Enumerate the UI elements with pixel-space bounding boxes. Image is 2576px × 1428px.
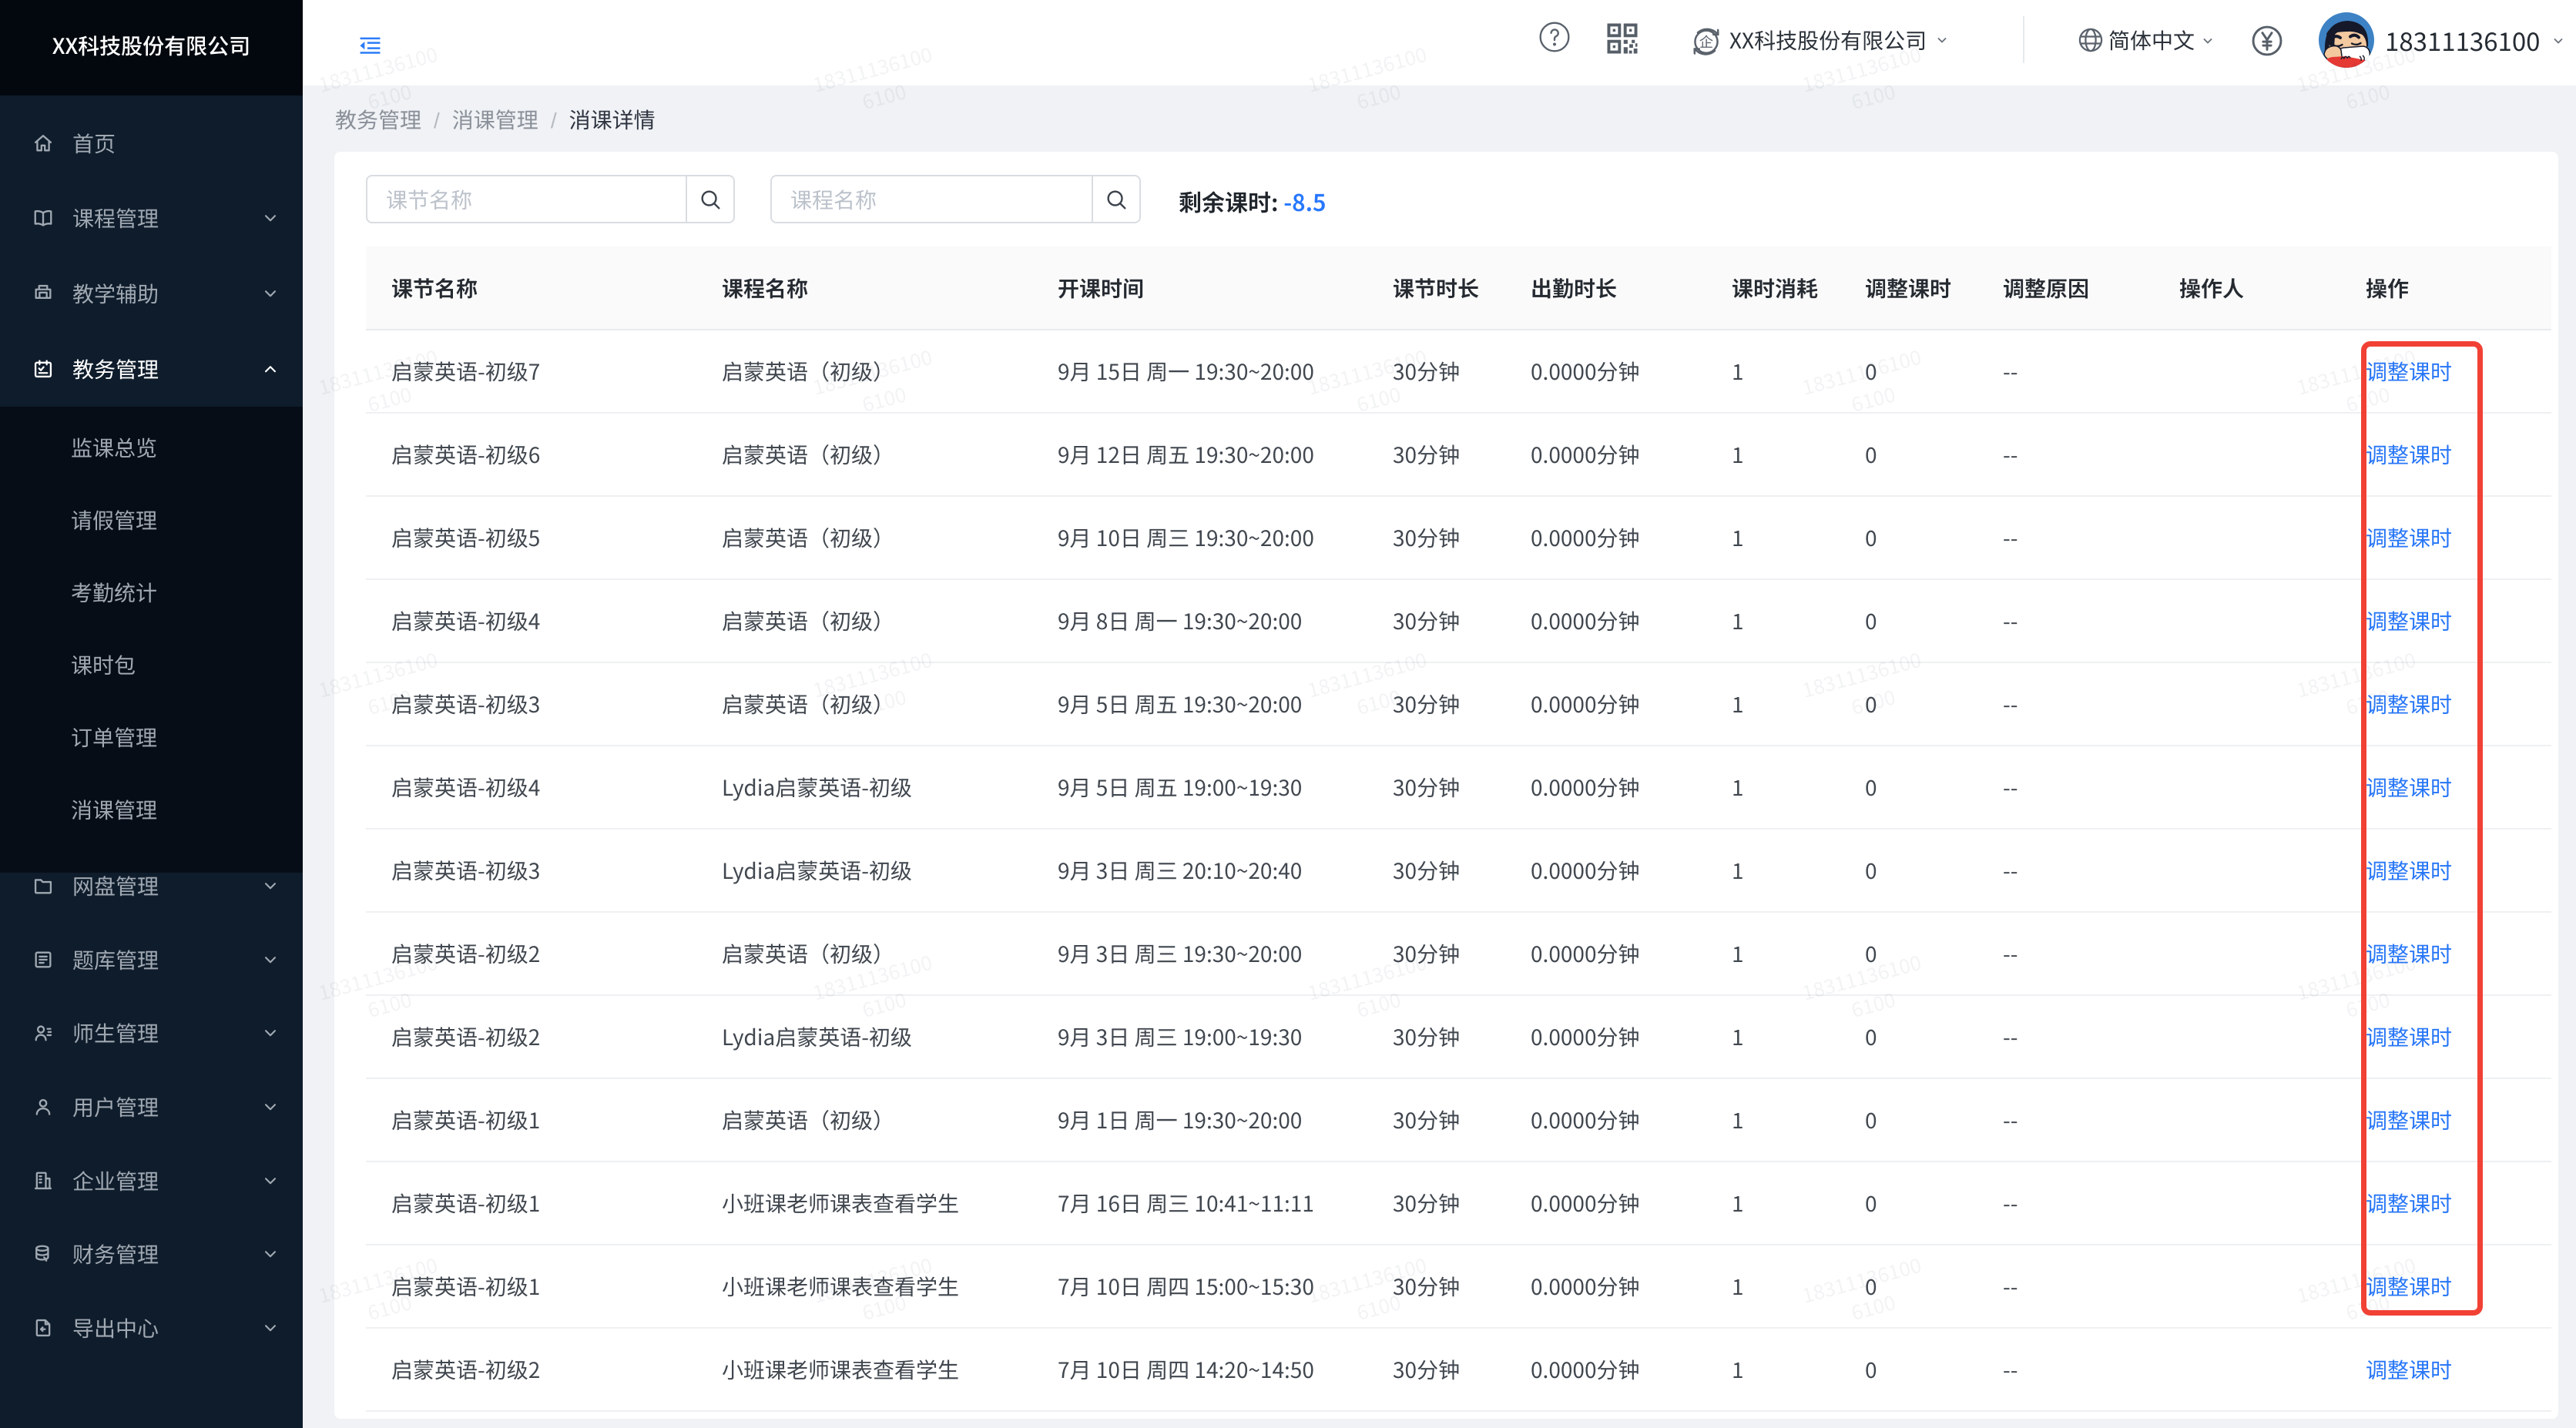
- svg-text:企: 企: [1699, 32, 1713, 52]
